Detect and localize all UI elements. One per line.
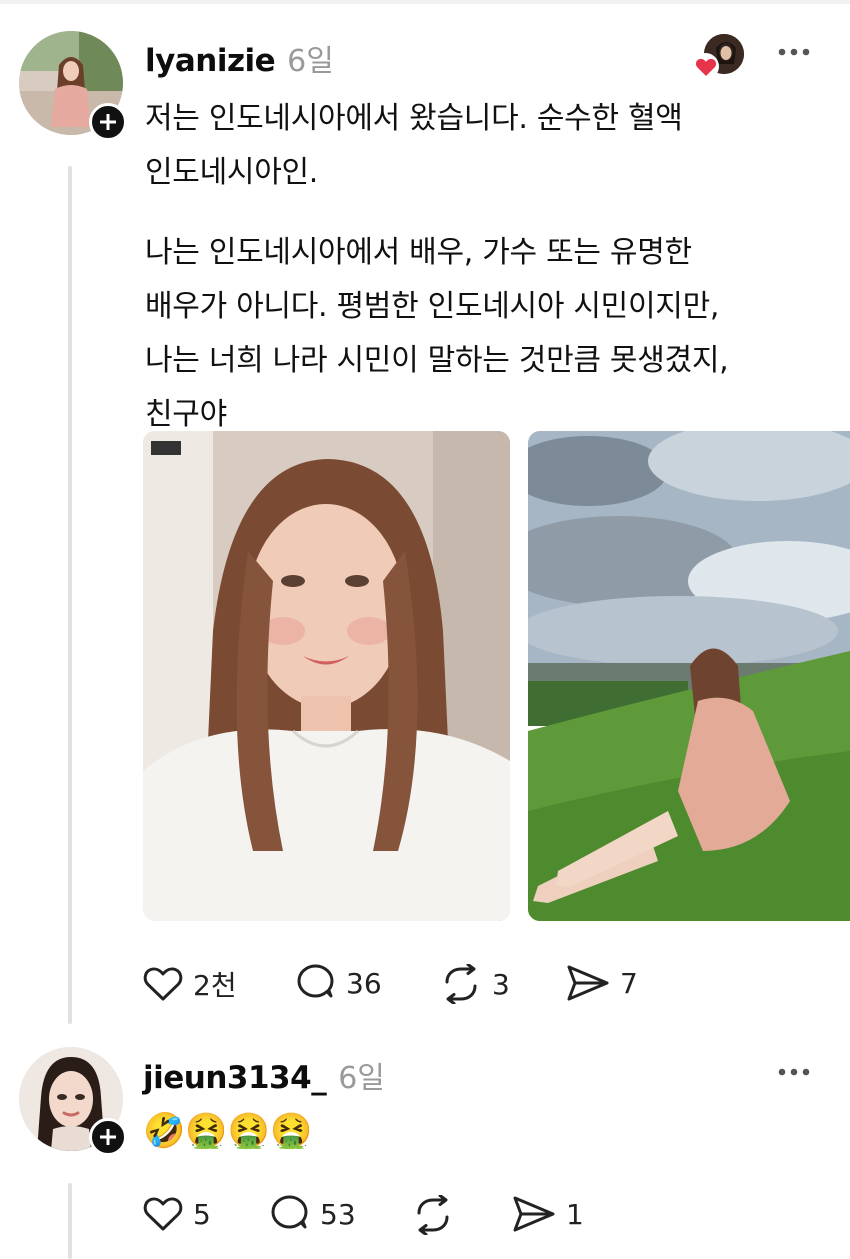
heart-filled-icon — [695, 58, 716, 76]
speech-bubble-icon — [271, 1195, 308, 1229]
post-header: lyanizie 6일 — [145, 36, 334, 80]
thread-line — [68, 166, 72, 1024]
repost-button[interactable]: 3 — [440, 964, 510, 1004]
reply-header: jieun3134_ 6일 — [143, 1053, 385, 1097]
selfie-photo — [143, 431, 510, 921]
repost-arrows-icon — [445, 964, 477, 1004]
send-icon — [567, 965, 609, 1001]
heart-outline-icon — [143, 1197, 183, 1231]
more-options-button[interactable] — [777, 42, 811, 66]
follow-button[interactable] — [89, 103, 127, 141]
share-button[interactable]: 7 — [566, 964, 638, 1002]
reply-share-button[interactable]: 1 — [512, 1195, 584, 1233]
reply-time: 6일 — [338, 1061, 385, 1096]
post-time: 6일 — [287, 44, 334, 79]
heart-outline-icon — [143, 967, 183, 1001]
plus-icon — [100, 1129, 116, 1145]
more-dots-icon — [778, 1068, 810, 1076]
reply-like-button[interactable]: 5 — [143, 1195, 211, 1233]
thread-line — [68, 1183, 72, 1259]
more-dots-icon — [778, 48, 810, 56]
field-photo — [528, 431, 850, 921]
repost-count: 3 — [492, 967, 510, 1001]
reply-share-count: 1 — [566, 1197, 584, 1231]
top-divider — [0, 0, 850, 4]
speech-bubble-icon — [297, 964, 334, 998]
post-text-paragraph-2: 나는 인도네시아에서 배우, 가수 또는 유명한 배우가 아니다. 평범한 인도… — [145, 235, 729, 432]
reply-comment-button[interactable]: 53 — [270, 1195, 356, 1233]
reply-comment-count: 53 — [320, 1197, 356, 1231]
send-icon — [513, 1196, 555, 1232]
comment-button[interactable]: 36 — [296, 964, 382, 1002]
reply-like-count: 5 — [193, 1197, 211, 1231]
post-text-paragraph-1: 저는 인도네시아에서 왔습니다. 순수한 혈액 인도네시아인. — [145, 101, 683, 190]
post-image-1[interactable] — [143, 431, 510, 921]
repost-arrows-icon — [417, 1195, 449, 1235]
comment-count: 36 — [346, 966, 382, 1000]
follow-button[interactable] — [89, 1118, 127, 1156]
share-count: 7 — [620, 966, 638, 1000]
reply-repost-button[interactable] — [412, 1195, 464, 1235]
post-text: 저는 인도네시아에서 왔습니다. 순수한 혈액 인도네시아인. 나는 인도네시아… — [145, 92, 835, 442]
reply-text: 🤣🤮🤮🤮 — [143, 1111, 313, 1151]
reply-more-options-button[interactable] — [777, 1062, 811, 1086]
like-button[interactable]: 2천 — [143, 964, 237, 1004]
like-count: 2천 — [193, 969, 237, 1002]
reply-username[interactable]: jieun3134_ — [143, 1060, 327, 1096]
post-image-2[interactable] — [528, 431, 850, 921]
plus-icon — [100, 114, 116, 130]
heart-badge — [692, 53, 719, 80]
username[interactable]: lyanizie — [145, 43, 276, 79]
